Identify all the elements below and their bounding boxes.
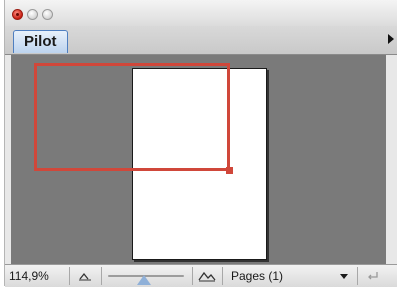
divider: [101, 267, 102, 285]
zoom-slider[interactable]: [108, 268, 184, 286]
dropdown-arrow-icon[interactable]: [340, 274, 348, 279]
pilot-window: Pilot 114,9% Pages (1): [4, 0, 397, 287]
divider: [69, 267, 70, 285]
status-bar: 114,9% Pages (1): [5, 264, 397, 287]
return-icon[interactable]: [366, 269, 380, 283]
close-button[interactable]: [12, 9, 23, 20]
tab-bar: Pilot: [5, 26, 397, 55]
divider: [222, 267, 223, 285]
visible-area-rectangle[interactable]: [34, 63, 233, 174]
tab-pilot[interactable]: Pilot: [13, 30, 68, 53]
title-bar[interactable]: [5, 0, 397, 26]
zoom-out-icon[interactable]: [77, 269, 93, 283]
right-gutter: [386, 55, 397, 264]
divider: [192, 267, 193, 285]
zoom-percentage[interactable]: 114,9%: [9, 269, 49, 283]
pages-dropdown[interactable]: Pages (1): [231, 269, 283, 283]
zoom-in-icon[interactable]: [198, 269, 216, 283]
slider-thumb[interactable]: [136, 275, 151, 285]
minimize-button[interactable]: [27, 9, 38, 20]
zoom-button[interactable]: [42, 9, 53, 20]
navigator-canvas[interactable]: [11, 55, 386, 264]
viewport-resize-handle[interactable]: [226, 167, 233, 174]
tab-overflow-arrow-icon[interactable]: [388, 34, 394, 44]
divider: [357, 267, 358, 285]
